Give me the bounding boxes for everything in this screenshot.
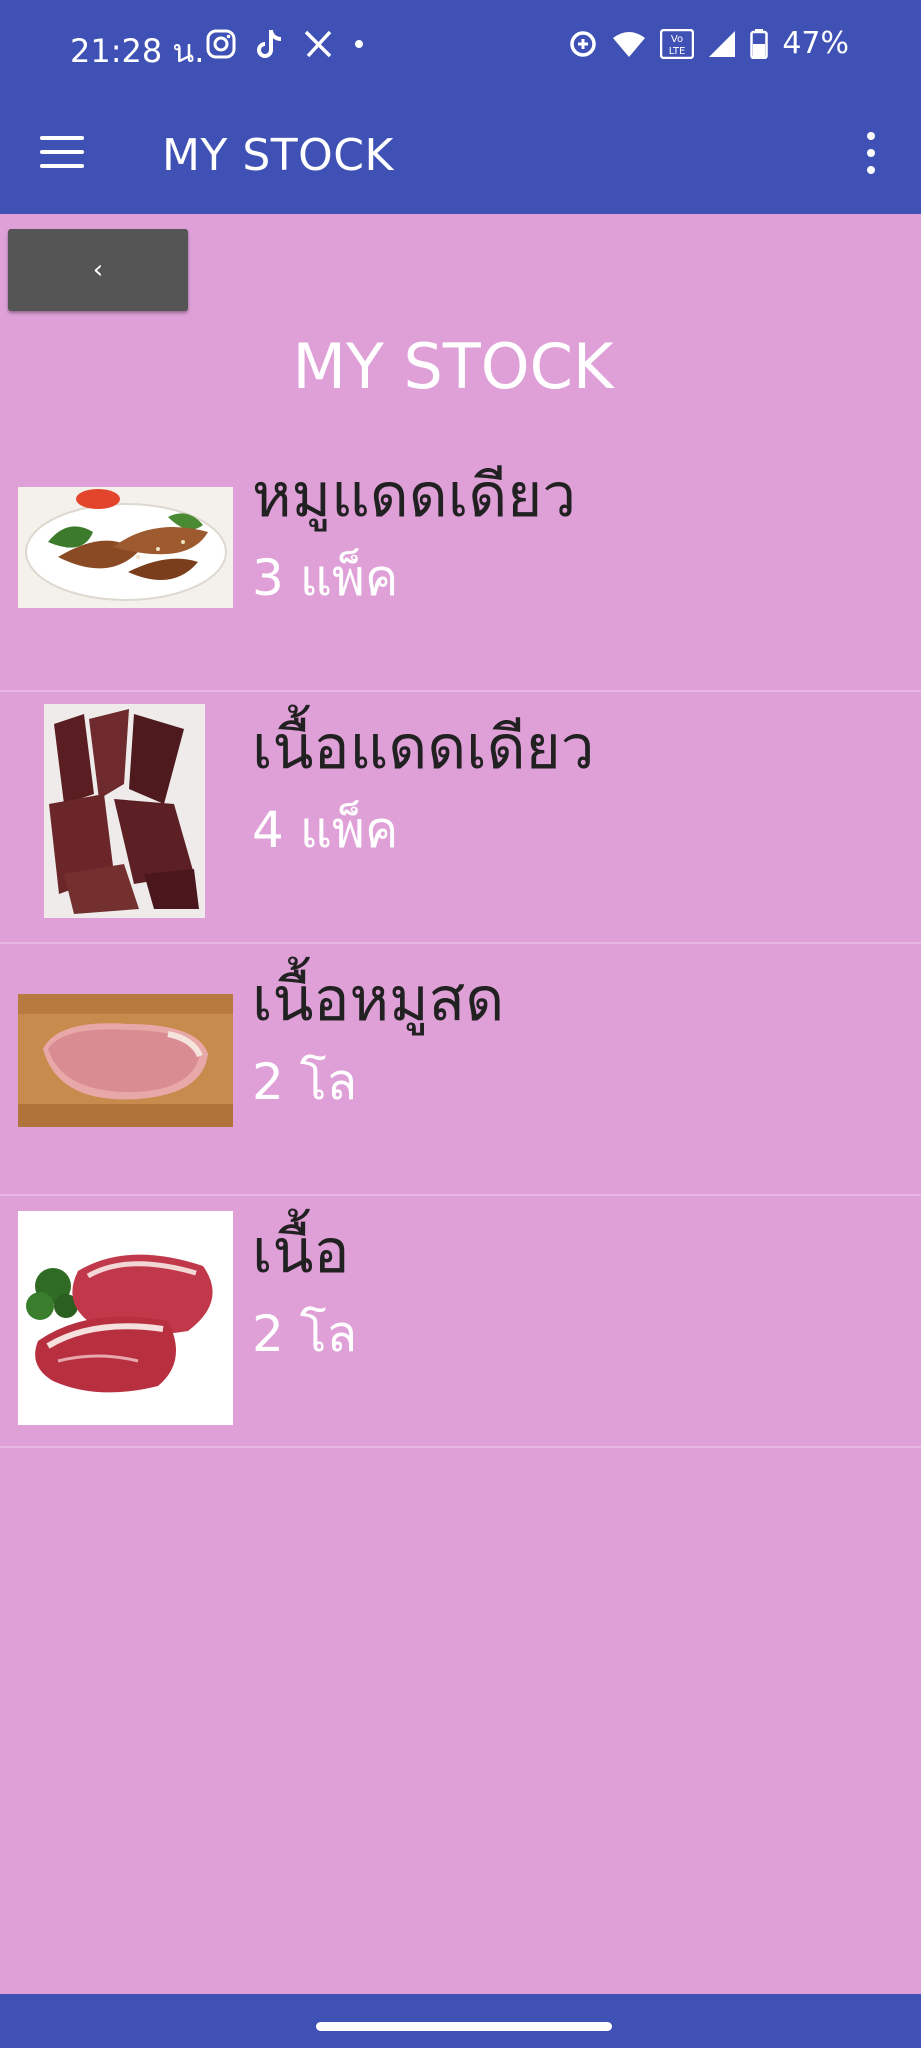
- stock-item[interactable]: เนื้อหมูสด 2 โล: [0, 944, 921, 1196]
- item-name: เนื้อหมูสด: [252, 965, 505, 1035]
- page-title: MY STOCK: [292, 330, 614, 403]
- fresh-pork-photo: [18, 994, 233, 1127]
- item-quantity: 3 แพ็ค: [252, 549, 399, 607]
- more-vert-icon[interactable]: [865, 132, 877, 176]
- top-bar: 21:28 น. Vo LTE 47% MY STOCK: [0, 0, 921, 214]
- data-saver-icon: [570, 30, 597, 57]
- status-bar: 21:28 น. Vo LTE 47%: [0, 0, 921, 96]
- sun-dried-beef-photo: [44, 704, 205, 918]
- instagram-icon: [206, 29, 236, 59]
- stock-item[interactable]: หมูแดดเดียว 3 แพ็ค: [0, 440, 921, 692]
- system-icons: Vo LTE 47%: [568, 26, 849, 61]
- wifi-icon: [613, 31, 646, 57]
- app-bar-title: MY STOCK: [162, 130, 394, 181]
- back-button[interactable]: ‹: [8, 229, 188, 311]
- item-name: เนื้อ: [252, 1217, 350, 1287]
- stock-item[interactable]: เนื้อ 2 โล: [0, 1196, 921, 1448]
- notification-icons: [206, 28, 364, 60]
- item-name: เนื้อแดดเดียว: [252, 713, 595, 783]
- back-button-label: ‹: [92, 255, 104, 285]
- app-bar: MY STOCK: [0, 96, 921, 214]
- item-name: หมูแดดเดียว: [252, 461, 577, 531]
- hamburger-icon[interactable]: [40, 136, 84, 168]
- item-quantity: 4 แพ็ค: [252, 801, 399, 859]
- navigation-bar: [0, 1994, 921, 2048]
- sun-dried-pork-photo: [18, 487, 233, 608]
- battery-icon: [750, 28, 769, 59]
- stock-item[interactable]: เนื้อแดดเดียว 4 แพ็ค: [0, 692, 921, 944]
- battery-percent: 47%: [782, 26, 849, 61]
- item-quantity: 2 โล: [252, 1305, 358, 1363]
- svg-text:Vo: Vo: [671, 34, 683, 45]
- volte-icon: VoLTE: [660, 28, 695, 59]
- tiktok-icon: [257, 30, 282, 58]
- stock-list: หมูแดดเดียว 3 แพ็ค เนื้อแดดเดียว 4 แพ็ค: [0, 440, 921, 1448]
- signal-icon: [709, 30, 736, 57]
- dot-icon: [355, 40, 363, 48]
- x-icon: [304, 30, 332, 58]
- item-quantity: 2 โล: [252, 1053, 358, 1111]
- home-gesture-handle[interactable]: [316, 2022, 612, 2031]
- beef-steak-photo: [18, 1211, 233, 1425]
- status-time: 21:28 น.: [70, 32, 205, 70]
- svg-text:LTE: LTE: [669, 46, 686, 57]
